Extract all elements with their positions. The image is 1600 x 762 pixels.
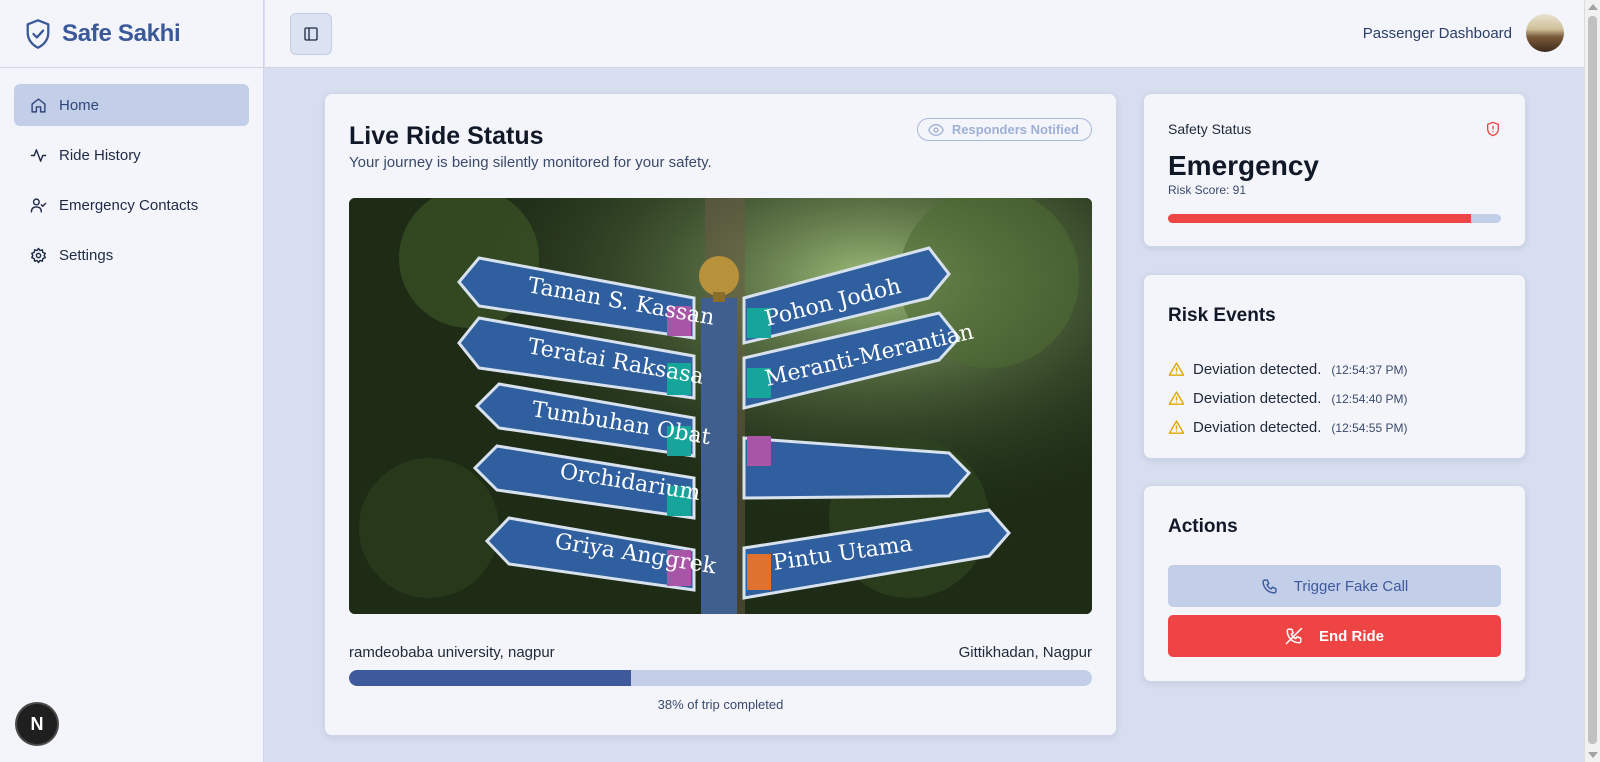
risk-events-card: Risk Events Deviation detected. (12:54:3… bbox=[1143, 274, 1526, 459]
risk-score-bar bbox=[1168, 214, 1501, 223]
panel-left-icon bbox=[304, 27, 318, 41]
safety-status-card: Safety Status Emergency Risk Score: 91 bbox=[1143, 93, 1526, 247]
trip-progress-fill bbox=[349, 670, 632, 686]
sidebar-item-label: Emergency Contacts bbox=[59, 196, 199, 214]
warning-icon bbox=[1168, 391, 1185, 405]
event-text: Deviation detected. bbox=[1193, 390, 1322, 407]
live-ride-card: Live Ride Status Your journey is being s… bbox=[324, 93, 1117, 736]
scroll-thumb[interactable] bbox=[1588, 16, 1597, 744]
shield-check-icon bbox=[26, 18, 50, 49]
brand[interactable]: Safe Sakhi bbox=[0, 0, 263, 68]
risk-events-title: Risk Events bbox=[1168, 305, 1276, 326]
topbar-right: Passenger Dashboard bbox=[1363, 14, 1564, 52]
brand-name: Safe Sakhi bbox=[62, 19, 181, 47]
list-item: Deviation detected. (12:54:37 PM) bbox=[1168, 355, 1407, 384]
responders-badge-label: Responders Notified bbox=[951, 122, 1079, 137]
sidebar-item-label: Settings bbox=[59, 246, 114, 264]
end-ride-label: End Ride bbox=[1318, 627, 1384, 645]
dev-tools-badge[interactable]: N bbox=[17, 704, 57, 744]
eye-icon bbox=[927, 123, 944, 136]
safety-status-label: Safety Status bbox=[1168, 121, 1252, 137]
risk-score-text: Risk Score: 91 bbox=[1168, 183, 1247, 197]
event-text: Deviation detected. bbox=[1193, 361, 1322, 378]
scroll-up-arrow-icon[interactable] bbox=[1588, 4, 1598, 10]
user-check-icon bbox=[30, 197, 47, 213]
sidebar-toggle-button[interactable] bbox=[290, 13, 332, 55]
sidebar-item-ride-history[interactable]: Ride History bbox=[14, 134, 249, 176]
topbar: Passenger Dashboard bbox=[265, 0, 1584, 68]
shield-alert-icon bbox=[1487, 121, 1499, 137]
sidebar-nav: Home Ride History Emergency Contacts Set… bbox=[0, 68, 263, 300]
ride-photo: Taman S. Kassan Teratai Raksasa Tumbuhan… bbox=[349, 198, 1092, 614]
risk-events-list: Deviation detected. (12:54:37 PM) Deviat… bbox=[1168, 355, 1407, 442]
sidebar-item-emergency-contacts[interactable]: Emergency Contacts bbox=[14, 184, 249, 226]
event-time: (12:54:40 PM) bbox=[1331, 391, 1408, 406]
trigger-fake-call-label: Trigger Fake Call bbox=[1293, 577, 1409, 595]
phone-icon bbox=[1262, 578, 1277, 594]
sidebar-item-settings[interactable]: Settings bbox=[14, 234, 249, 276]
page-scrollbar[interactable] bbox=[1584, 0, 1600, 762]
warning-icon bbox=[1168, 362, 1185, 376]
route-destination: Gittikhadan, Nagpur bbox=[958, 644, 1092, 661]
warning-icon bbox=[1168, 420, 1185, 434]
sidebar-item-label: Home bbox=[59, 96, 100, 114]
page-title: Passenger Dashboard bbox=[1362, 24, 1512, 42]
safety-status-value: Emergency bbox=[1168, 150, 1319, 181]
list-item: Deviation detected. (12:54:40 PM) bbox=[1168, 384, 1407, 413]
sidebar: Safe Sakhi Home Ride History Emergency C… bbox=[0, 0, 264, 762]
sidebar-item-label: Ride History bbox=[59, 146, 141, 164]
route-origin: ramdeobaba university, nagpur bbox=[349, 644, 555, 661]
event-time: (12:54:55 PM) bbox=[1331, 420, 1408, 435]
gear-icon bbox=[31, 247, 46, 263]
trip-progress-bar bbox=[349, 670, 1092, 686]
risk-score-fill bbox=[1168, 214, 1472, 223]
end-ride-button[interactable]: End Ride bbox=[1168, 615, 1501, 657]
trigger-fake-call-button[interactable]: Trigger Fake Call bbox=[1168, 565, 1501, 607]
signpost-image: Taman S. Kassan Teratai Raksasa Tumbuhan… bbox=[349, 198, 1092, 614]
ride-title: Live Ride Status bbox=[349, 122, 544, 150]
avatar[interactable] bbox=[1526, 14, 1564, 52]
ride-subtitle: Your journey is being silently monitored… bbox=[349, 154, 712, 171]
trip-progress-text: 38% of trip completed bbox=[657, 697, 784, 712]
activity-icon bbox=[30, 148, 47, 162]
home-icon bbox=[31, 97, 46, 113]
actions-card: Actions Trigger Fake Call End Ride bbox=[1143, 485, 1526, 682]
sidebar-item-home[interactable]: Home bbox=[14, 84, 249, 126]
event-text: Deviation detected. bbox=[1193, 419, 1322, 436]
event-time: (12:54:37 PM) bbox=[1331, 362, 1408, 377]
actions-title: Actions bbox=[1168, 516, 1238, 537]
phone-off-icon bbox=[1285, 627, 1303, 645]
responders-badge: Responders Notified bbox=[916, 118, 1092, 141]
scroll-down-arrow-icon[interactable] bbox=[1588, 752, 1598, 758]
list-item: Deviation detected. (12:54:55 PM) bbox=[1168, 413, 1407, 442]
